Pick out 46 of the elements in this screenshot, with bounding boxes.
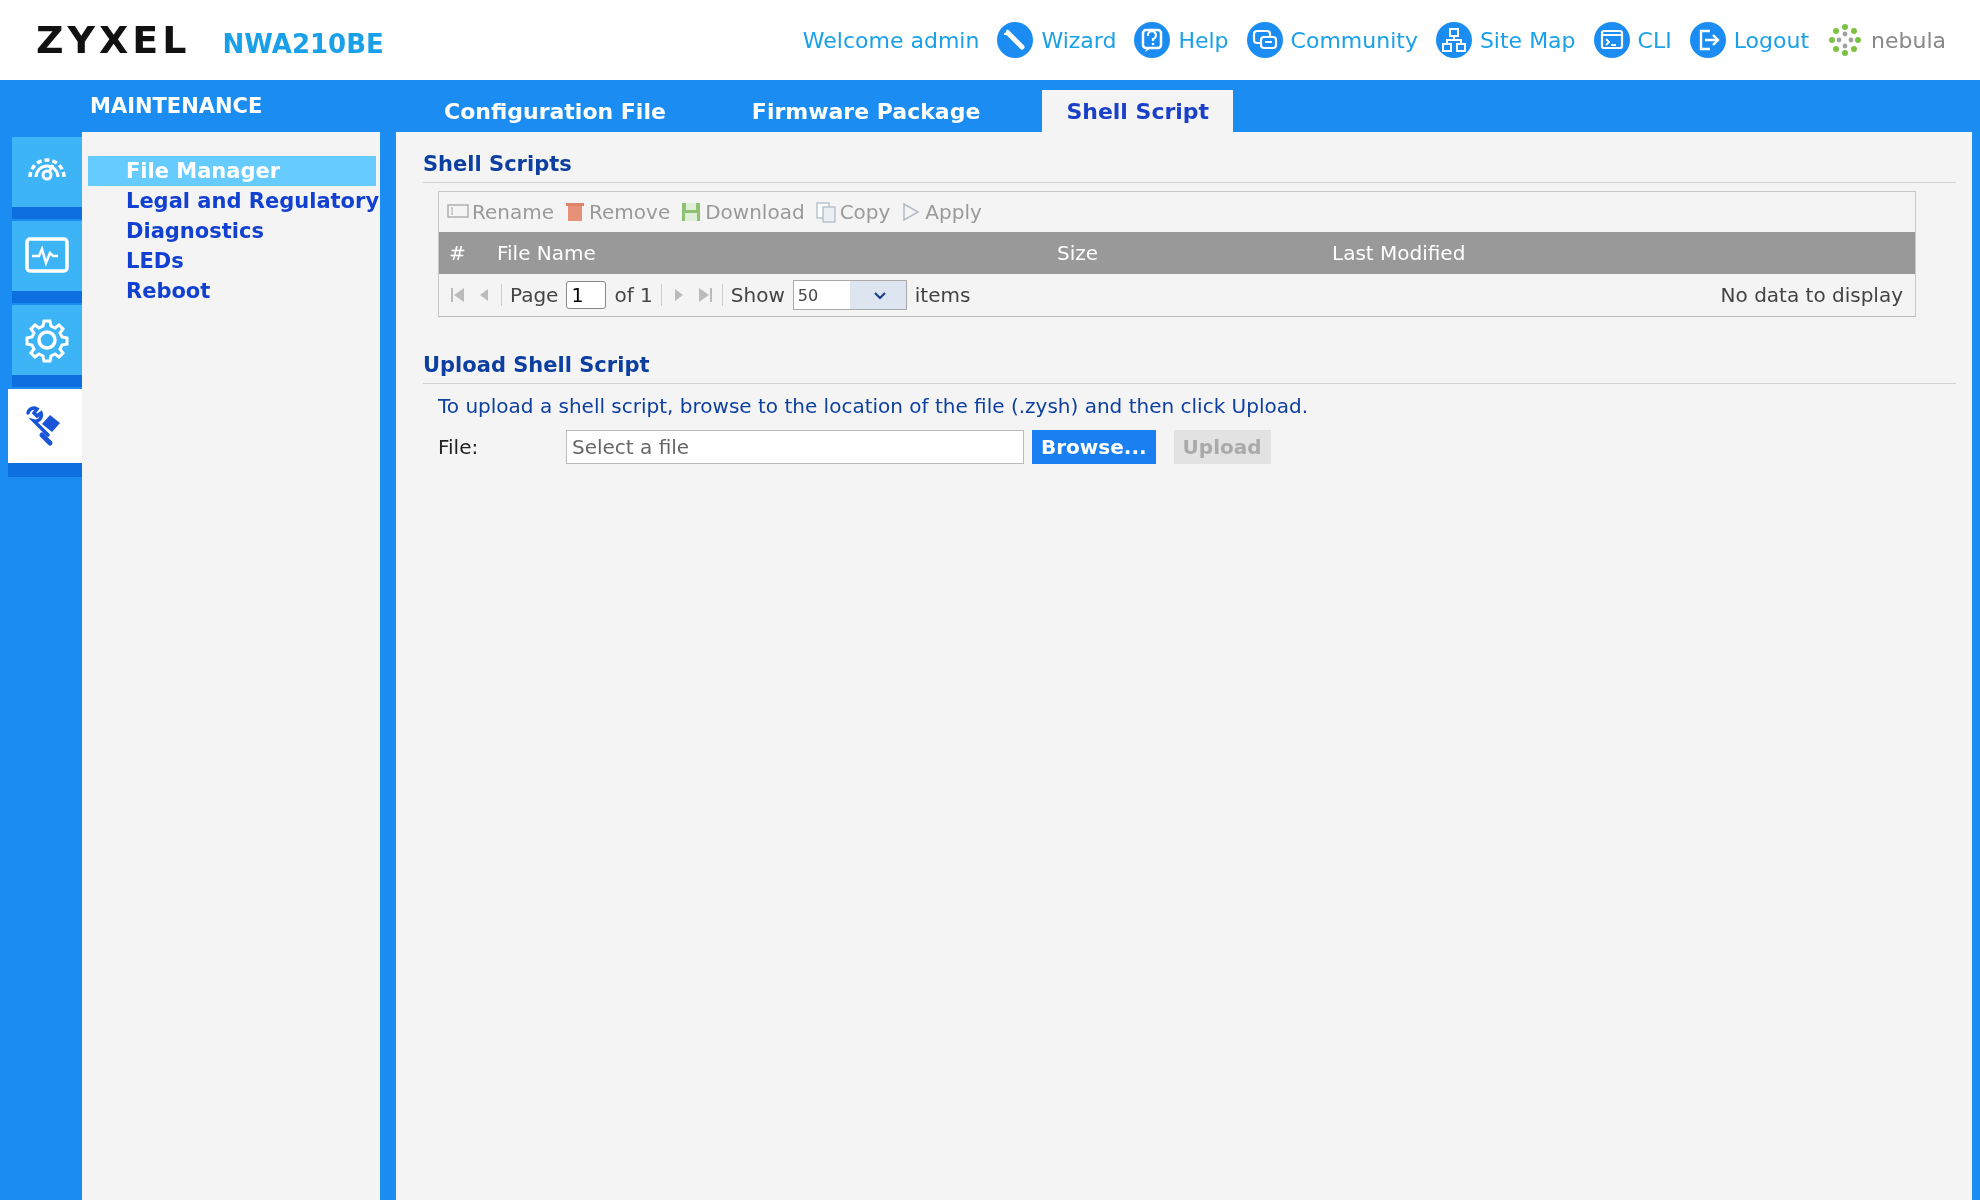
sitemap-icon <box>1435 22 1472 58</box>
show-label: Show <box>730 283 785 307</box>
tab[interactable]: Configuration File <box>420 90 690 132</box>
model-name: NWA210BE <box>222 29 384 59</box>
column-header: Size <box>1057 241 1100 265</box>
tab[interactable]: Firmware Package <box>727 90 1005 132</box>
wizard-link[interactable]: Wizard <box>997 22 1117 58</box>
logout-icon <box>1689 22 1726 58</box>
menu-item[interactable]: File Manager <box>88 156 376 186</box>
copy-icon <box>814 201 837 223</box>
menu-item[interactable]: Diagnostics <box>88 216 376 246</box>
page-size-dropdown[interactable]: 50 <box>792 280 907 310</box>
items-label: items <box>914 283 971 307</box>
chat-bubbles-icon <box>1246 22 1283 58</box>
trash-icon <box>564 201 587 223</box>
instruction-text: To upload a shell script, browse to the location of the file (.zysh) and then click Upload. <box>438 394 1309 418</box>
tab[interactable]: Shell Script <box>1042 90 1234 132</box>
menu-item[interactable]: Reboot <box>88 276 376 306</box>
terminal-icon <box>1593 22 1630 58</box>
community-link[interactable]: Community <box>1246 22 1418 58</box>
section-heading: Shell Scripts <box>423 152 1956 183</box>
empty-status-text: No data to display <box>1720 283 1903 307</box>
cli-link[interactable]: CLI <box>1593 22 1672 58</box>
help-icon <box>1134 22 1171 58</box>
column-header: File Name <box>497 241 597 265</box>
column-header: # <box>448 241 467 265</box>
logout-link[interactable]: Logout <box>1689 22 1809 58</box>
file-path-field[interactable]: Select a file <box>566 430 1024 464</box>
sitemap-link[interactable]: Site Map <box>1435 22 1576 58</box>
flower-logo-icon <box>1827 22 1863 58</box>
page-label: Page <box>510 283 559 307</box>
wand-icon <box>997 22 1034 58</box>
caret-icon <box>872 290 887 300</box>
browse-button[interactable]: Browse... <box>1032 430 1156 464</box>
first-page-icon[interactable] <box>449 285 467 305</box>
file-label: File: <box>438 435 480 459</box>
column-header: Last Modified <box>1332 241 1466 265</box>
section-heading: Upload Shell Script <box>423 353 1956 384</box>
menu-item[interactable]: LEDs <box>88 246 376 276</box>
section-title: MAINTENANCE <box>89 93 264 118</box>
page-number-field[interactable]: 1 <box>566 281 607 309</box>
page-count: of 1 <box>614 283 653 307</box>
nebula-link[interactable]: nebula <box>1827 22 1946 58</box>
welcome-text: Welcome admin <box>802 27 980 53</box>
help-link[interactable]: Help <box>1134 22 1229 58</box>
brand-logo: ZYXEL <box>36 18 191 62</box>
